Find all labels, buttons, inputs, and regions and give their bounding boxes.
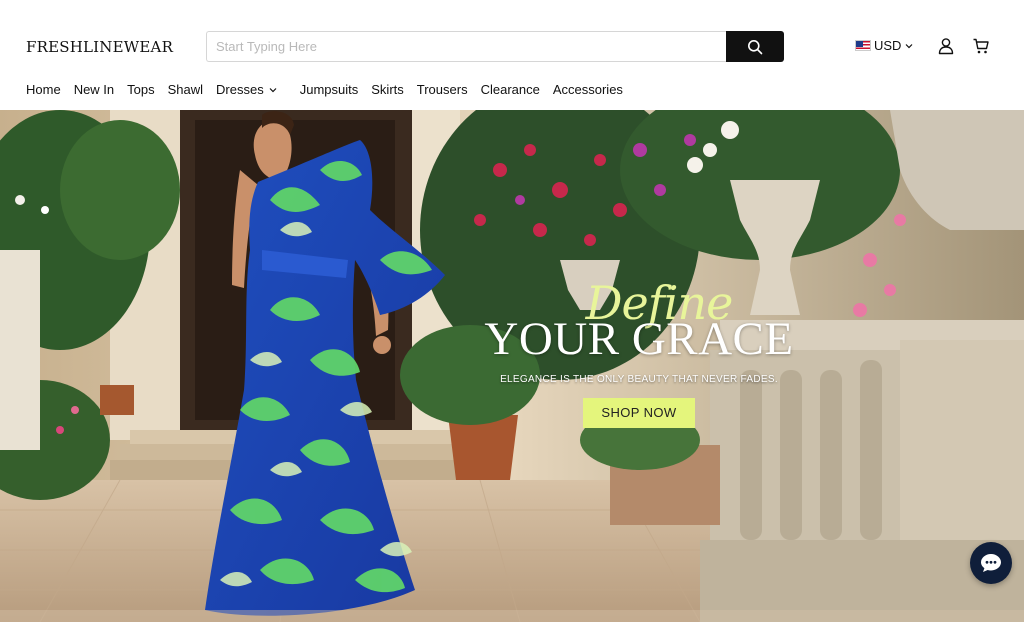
account-button[interactable] [935, 35, 957, 57]
cart-button[interactable] [970, 35, 992, 57]
nav-item-shawl[interactable]: Shawl [168, 82, 203, 97]
search-bar [206, 31, 784, 62]
nav-item-jumpsuits[interactable]: Jumpsuits [300, 82, 359, 97]
hero-subtitle: ELEGANCE IS THE ONLY BEAUTY THAT NEVER F… [500, 374, 778, 385]
nav-item-accessories[interactable]: Accessories [553, 82, 623, 97]
currency-selector[interactable]: USD [855, 38, 914, 53]
chevron-down-icon [269, 87, 277, 92]
currency-label: USD [874, 38, 902, 53]
chat-bubble-icon [981, 554, 1001, 572]
hero-title: YOUR GRACE [484, 313, 794, 365]
hero-text-block: Define YOUR GRACE ELEGANCE IS THE ONLY B… [483, 280, 795, 428]
nav-item-clearance[interactable]: Clearance [481, 82, 540, 97]
search-button[interactable] [726, 31, 784, 62]
chevron-down-icon [906, 43, 913, 48]
nav-item-tops[interactable]: Tops [127, 82, 154, 97]
nav-item-home[interactable]: Home [26, 82, 61, 97]
chat-button[interactable] [970, 542, 1012, 584]
cart-icon [973, 38, 989, 54]
site-logo[interactable]: FRESHLINEWEAR [26, 38, 173, 56]
nav-item-dresses[interactable]: Dresses [216, 82, 278, 97]
nav-item-trousers[interactable]: Trousers [417, 82, 468, 97]
page-bottom-strip [0, 622, 1024, 640]
nav-item-new-in[interactable]: New In [74, 82, 114, 97]
us-flag-icon [855, 40, 871, 51]
main-nav: Home New In Tops Shawl Dresses Jumpsuits… [26, 82, 636, 97]
site-header: FRESHLINEWEAR USD Home New In [0, 0, 1024, 110]
nav-item-skirts[interactable]: Skirts [371, 82, 404, 97]
search-icon [748, 39, 763, 54]
user-icon [938, 38, 954, 55]
shop-now-button[interactable]: SHOP NOW [583, 398, 695, 428]
search-input[interactable] [206, 31, 726, 62]
nav-item-dresses-label: Dresses [216, 82, 264, 97]
hero-banner[interactable]: Define YOUR GRACE ELEGANCE IS THE ONLY B… [0, 110, 1024, 622]
